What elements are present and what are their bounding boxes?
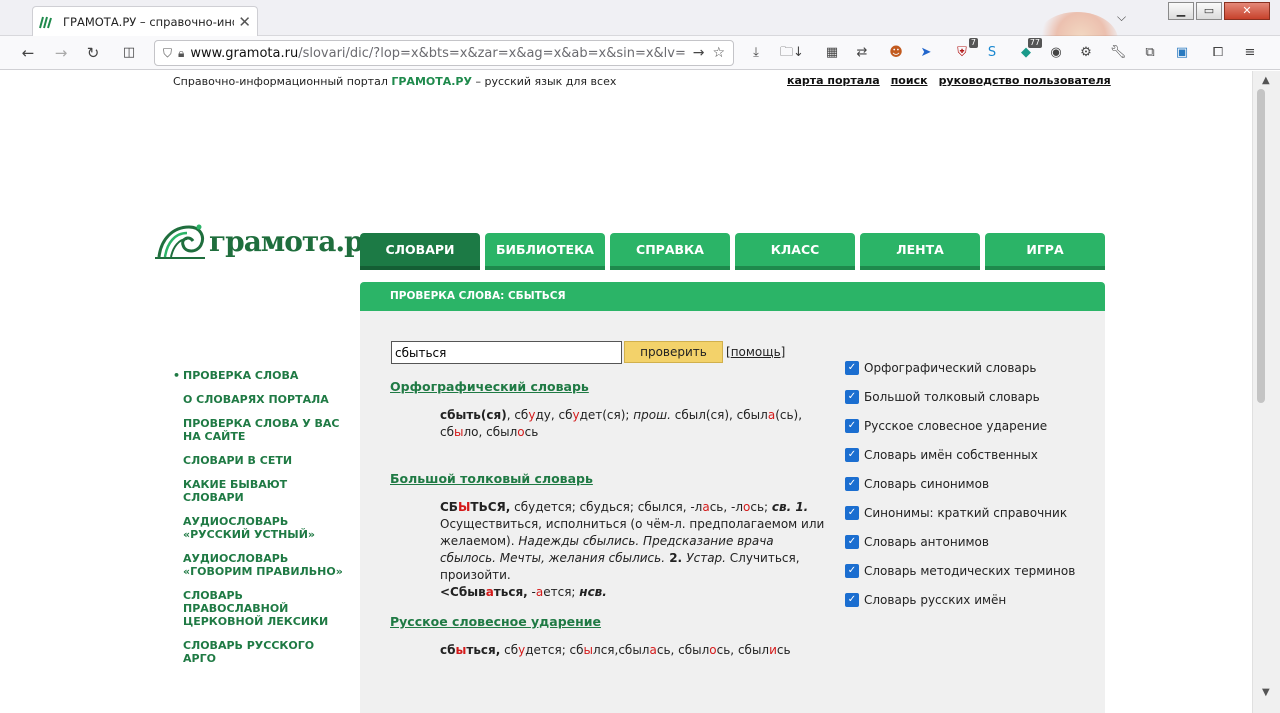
- checkbox-row[interactable]: ✓ Словарь методических терминов: [845, 556, 1075, 585]
- page-scrollbar[interactable]: ▲ ▼: [1252, 71, 1280, 713]
- site-logo[interactable]: грамота.ру: [155, 221, 381, 261]
- extension-monkey-icon[interactable]: ☻: [886, 44, 906, 62]
- sidebar-item-check-word[interactable]: ПРОВЕРКА СЛОВА: [173, 369, 348, 382]
- forward-arrow-icon[interactable]: →: [51, 44, 71, 62]
- checkbox-row[interactable]: ✓ Словарь русских имён: [845, 585, 1075, 614]
- link-site-map[interactable]: карта портала: [787, 74, 880, 87]
- help-link[interactable]: [помощь]: [726, 345, 785, 359]
- sidebar-item-check-on-site[interactable]: ПРОВЕРКА СЛОВА У ВАС НА САЙТЕ: [173, 417, 348, 443]
- entry-stress: сбыться, сбудется; сбылся,сбылась, сбыло…: [440, 643, 791, 657]
- checkbox-row[interactable]: ✓ Синонимы: краткий справочник: [845, 498, 1075, 527]
- menu-tab-lenta[interactable]: ЛЕНТА: [860, 233, 980, 270]
- browser-navbar: ← → ↻ ◫ ⛉ 🔒︎ www.gramota.ru/slovari/dic/…: [0, 36, 1280, 70]
- checkbox-checked-icon[interactable]: ✓: [845, 534, 859, 549]
- snail-logo-icon: [155, 224, 205, 259]
- checkbox-row[interactable]: ✓ Словарь имён собственных: [845, 440, 1075, 469]
- menu-tab-igra[interactable]: ИГРА: [985, 233, 1105, 270]
- hamburger-menu-icon[interactable]: ≡: [1240, 44, 1260, 62]
- checkbox-checked-icon[interactable]: ✓: [845, 389, 859, 404]
- section-title: ПРОВЕРКА СЛОВА: СБЫТЬСЯ: [360, 282, 1105, 311]
- camera-icon[interactable]: ◉: [1046, 44, 1066, 62]
- sidebar-item-argo[interactable]: СЛОВАРЬ РУССКОГО АРГО: [173, 639, 348, 665]
- checkbox-checked-icon[interactable]: ✓: [845, 592, 859, 607]
- main-menu: СЛОВАРИ БИБЛИОТЕКА СПРАВКА КЛАСС ЛЕНТА И…: [360, 233, 1110, 270]
- gramota-favicon-icon: [39, 16, 52, 28]
- logo-text: грамота.ру: [209, 224, 381, 258]
- sidebar-item-dictionaries-online[interactable]: СЛОВАРИ В СЕТИ: [173, 454, 348, 467]
- sidebar-item-orthodox-lexicon[interactable]: СЛОВАРЬ ПРАВОСЛАВНОЙ ЦЕРКОВНОЙ ЛЕКСИКИ: [173, 589, 348, 628]
- sidebar-toggle-icon[interactable]: ◫: [119, 44, 139, 62]
- web-page: Справочно-информационный портал ГРАМОТА.…: [0, 71, 1252, 713]
- link-user-guide[interactable]: руководство пользователя: [939, 74, 1111, 87]
- scroll-down-icon[interactable]: ▼: [1262, 687, 1270, 698]
- url-bar[interactable]: ⛉ 🔒︎ www.gramota.ru/slovari/dic/?lop=x&b…: [154, 40, 734, 66]
- extension-translate-icon[interactable]: ⇄: [852, 44, 872, 62]
- checkbox-row[interactable]: ✓ Большой толковый словарь: [845, 382, 1075, 411]
- downloads-icon[interactable]: ⤓: [746, 44, 766, 62]
- entry-big-explanatory: СБЫТЬСЯ, сбудется; сбудься; сбылся, -лас…: [440, 500, 825, 599]
- back-arrow-icon[interactable]: ←: [18, 44, 38, 62]
- top-links: карта портала поиск руководство пользовате…: [787, 74, 1122, 87]
- menu-tab-slovari[interactable]: СЛОВАРИ: [360, 233, 480, 270]
- gear-icon[interactable]: ⚙: [1076, 44, 1096, 62]
- skype-icon[interactable]: S: [982, 44, 1002, 62]
- dict-title-orthographic[interactable]: Орфографический словарь: [390, 379, 589, 394]
- checkbox-checked-icon[interactable]: ✓: [845, 360, 859, 375]
- reload-icon[interactable]: ↻: [83, 44, 103, 62]
- browser-tab[interactable]: ГРАМОТА.РУ – справочно-инфор ✕: [32, 6, 258, 36]
- menu-tab-biblioteka[interactable]: БИБЛИОТЕКА: [485, 233, 605, 270]
- portal-brand-link[interactable]: ГРАМОТА.РУ: [391, 75, 472, 88]
- checkbox-row[interactable]: ✓ Русское словесное ударение: [845, 411, 1075, 440]
- sidebar-item-about-dictionaries[interactable]: О СЛОВАРЯХ ПОРТАЛА: [173, 393, 348, 406]
- extension-cube-icon[interactable]: ◆ 77: [1016, 38, 1042, 62]
- url-text[interactable]: www.gramota.ru/slovari/dic/?lop=x&bts=x&…: [190, 46, 684, 61]
- check-button[interactable]: проверить: [624, 341, 723, 363]
- menu-tab-klass[interactable]: КЛАСС: [735, 233, 855, 270]
- dictionary-checkbox-list: ✓ Орфографический словарь ✓ Большой толков…: [845, 353, 1075, 614]
- checkbox-checked-icon[interactable]: ✓: [845, 476, 859, 491]
- tab-title: ГРАМОТА.РУ – справочно-инфор: [63, 14, 234, 29]
- checkbox-checked-icon[interactable]: ✓: [845, 505, 859, 520]
- cursor-icon[interactable]: ➤: [916, 44, 936, 62]
- tabs-list-chevron-icon[interactable]: ⌵: [1117, 10, 1126, 25]
- menu-tab-spravka[interactable]: СПРАВКА: [610, 233, 730, 270]
- shield-icon[interactable]: ⛉: [163, 46, 172, 61]
- scroll-up-icon[interactable]: ▲: [1262, 75, 1270, 86]
- window-maximize-button[interactable]: ▭: [1196, 2, 1222, 20]
- checkbox-checked-icon[interactable]: ✓: [845, 447, 859, 462]
- save-icon[interactable]: ▣: [1172, 44, 1192, 62]
- checkbox-checked-icon[interactable]: ✓: [845, 563, 859, 578]
- entry-orthographic: сбыть(ся), сбуду, сбудет(ся); прош. сбыл…: [440, 408, 803, 439]
- wrench-icon[interactable]: 🔧︎: [1108, 44, 1128, 62]
- search-input[interactable]: [391, 341, 622, 364]
- window-close-button[interactable]: ✕: [1224, 2, 1270, 20]
- sidebar: ПРОВЕРКА СЛОВА О СЛОВАРЯХ ПОРТАЛА ПРОВЕР…: [173, 369, 348, 676]
- checkbox-checked-icon[interactable]: ✓: [845, 418, 859, 433]
- extensions-puzzle-icon[interactable]: ⧠: [1208, 44, 1228, 62]
- qr-code-icon[interactable]: ▦: [822, 44, 842, 62]
- portal-tagline: Справочно-информационный портал ГРАМОТА.…: [173, 75, 617, 88]
- checkbox-row[interactable]: ✓ Словарь синонимов: [845, 469, 1075, 498]
- tab-close-icon[interactable]: ✕: [238, 13, 251, 31]
- dict-title-stress[interactable]: Русское словесное ударение: [390, 614, 601, 629]
- link-search[interactable]: поиск: [891, 74, 928, 87]
- lock-icon[interactable]: 🔒︎: [178, 46, 184, 61]
- checkbox-row[interactable]: ✓ Словарь антонимов: [845, 527, 1075, 556]
- sidebar-item-audio-russkiy-ustny[interactable]: АУДИОСЛОВАРЬ «РУССКИЙ УСТНЫЙ»: [173, 515, 348, 541]
- dict-title-big-explanatory[interactable]: Большой толковый словарь: [390, 471, 593, 486]
- go-arrow-icon[interactable]: →: [693, 45, 705, 61]
- sidebar-item-dictionary-types[interactable]: КАКИЕ БЫВАЮТ СЛОВАРИ: [173, 478, 348, 504]
- window-minimize-button[interactable]: ▁: [1168, 2, 1194, 20]
- checkbox-row[interactable]: ✓ Орфографический словарь: [845, 353, 1075, 382]
- scrollbar-thumb[interactable]: [1257, 89, 1265, 403]
- sidebar-item-audio-govorim-pravilno[interactable]: АУДИОСЛОВАРЬ «ГОВОРИМ ПРАВИЛЬНО»: [173, 552, 348, 578]
- bookmark-star-icon[interactable]: ☆: [712, 45, 725, 61]
- browser-tabbar: ГРАМОТА.РУ – справочно-инфор ✕ ⌵ ▁ ▭ ✕: [0, 0, 1280, 68]
- folder-icon[interactable]: 🗀↓: [778, 44, 806, 62]
- screenshot-icon[interactable]: ⧉: [1140, 44, 1160, 62]
- ublock-icon[interactable]: ⛨ 7: [952, 38, 978, 62]
